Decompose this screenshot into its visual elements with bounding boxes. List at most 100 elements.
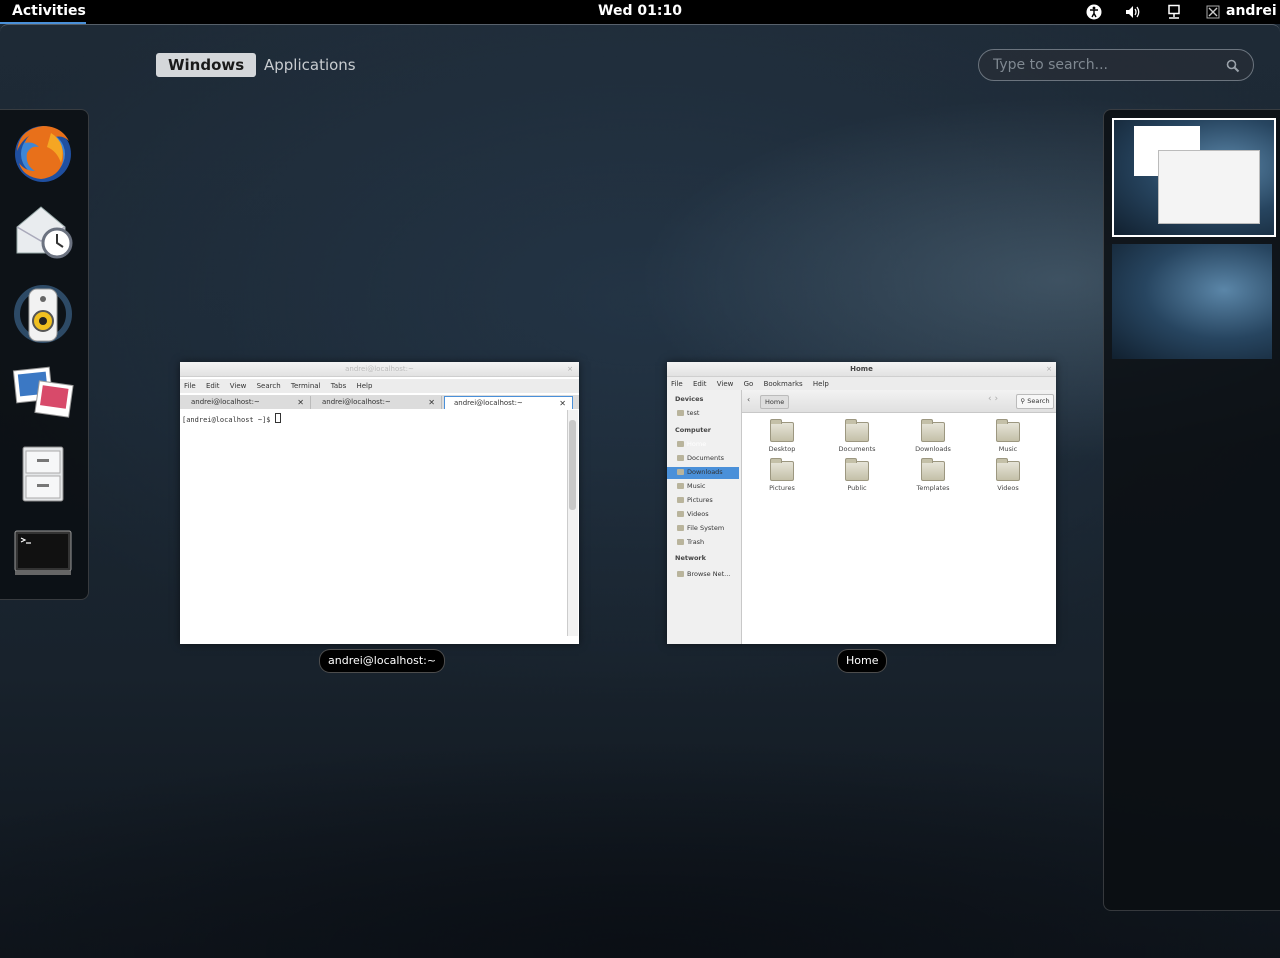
- terminal-menu-view[interactable]: View: [230, 382, 247, 390]
- workspace-switcher: [1103, 109, 1280, 911]
- sidebar-heading-network: Network: [675, 554, 706, 562]
- terminal-menu-edit[interactable]: Edit: [206, 382, 220, 390]
- folder-videos[interactable]: Videos: [978, 458, 1038, 492]
- magnifier-icon: ⚲: [1020, 397, 1026, 405]
- path-button-home[interactable]: Home: [760, 395, 790, 409]
- terminal-scrollbar-thumb[interactable]: [569, 420, 576, 510]
- folder-label: Pictures: [769, 484, 795, 492]
- sidebar-item-music[interactable]: Music: [677, 482, 706, 490]
- folder-desktop[interactable]: Desktop: [752, 419, 812, 453]
- close-icon[interactable]: ×: [1046, 362, 1052, 376]
- search-box[interactable]: [978, 49, 1254, 81]
- terminal-menu-tabs[interactable]: Tabs: [331, 382, 347, 390]
- folder-music[interactable]: Music: [978, 419, 1038, 453]
- tab-windows[interactable]: Windows: [156, 53, 257, 77]
- folder-label: Desktop: [768, 445, 796, 453]
- close-tab-icon[interactable]: ✕: [297, 396, 304, 409]
- sidebar-heading-devices: Devices: [675, 395, 704, 403]
- folder-label: Templates: [916, 484, 950, 492]
- folder-documents[interactable]: Documents: [827, 419, 887, 453]
- sidebar-item-browse-network[interactable]: Browse Net...: [677, 570, 730, 578]
- close-tab-icon[interactable]: ✕: [428, 396, 435, 409]
- files-menu-file[interactable]: File: [671, 380, 683, 388]
- sidebar-item-file-system[interactable]: File System: [677, 524, 724, 532]
- dash: [0, 109, 89, 600]
- workspace-thumbnail-1[interactable]: [1112, 118, 1276, 237]
- evolution-mail-icon[interactable]: [11, 201, 75, 265]
- folder-icon: [921, 458, 945, 481]
- network-icon[interactable]: [1164, 3, 1184, 21]
- files-search-label: Search: [1027, 397, 1050, 405]
- files-titlebar: Home ×: [667, 362, 1056, 377]
- terminal-menu-help[interactable]: Help: [356, 382, 372, 390]
- user-menu[interactable]: andrei: [1226, 3, 1277, 19]
- terminal-scrollbar[interactable]: [567, 410, 578, 636]
- files-cabinet-icon[interactable]: [11, 441, 75, 505]
- files-menu-view[interactable]: View: [717, 380, 734, 388]
- folder-label: Music: [998, 445, 1018, 453]
- clock-label[interactable]: Wed 01:10: [598, 3, 682, 19]
- files-search-button[interactable]: ⚲ Search: [1016, 394, 1054, 409]
- terminal-output[interactable]: [andrei@localhost ~]$: [180, 410, 566, 642]
- terminal-tab-bar: andrei@localhost:~ ✕ andrei@localhost:~ ✕ …: [180, 395, 579, 409]
- sidebar-item-documents[interactable]: Documents: [677, 454, 724, 462]
- shotwell-photos-icon[interactable]: [11, 361, 75, 425]
- nav-arrows-icon[interactable]: ‹ ›: [988, 394, 998, 404]
- workspace-thumbnail-2[interactable]: [1112, 244, 1272, 359]
- files-menu-bookmarks[interactable]: Bookmarks: [764, 380, 803, 388]
- terminal-tab-label: andrei@localhost:~: [322, 398, 391, 406]
- files-menubar: File Edit View Go Bookmarks Help: [667, 377, 1056, 391]
- close-tab-icon[interactable]: ✕: [559, 397, 566, 410]
- close-icon[interactable]: ×: [567, 362, 573, 376]
- folder-public[interactable]: Public: [827, 458, 887, 492]
- sidebar-item-downloads[interactable]: Downloads: [677, 468, 723, 476]
- tab-applications[interactable]: Applications: [252, 53, 368, 77]
- folder-icon: [996, 419, 1020, 442]
- files-menu-help[interactable]: Help: [813, 380, 829, 388]
- files-window-thumbnail[interactable]: Home × File Edit View Go Bookmarks Help …: [667, 362, 1056, 644]
- terminal-tab-3[interactable]: andrei@localhost:~ ✕: [444, 396, 573, 409]
- files-menu-edit[interactable]: Edit: [693, 380, 707, 388]
- terminal-window-thumbnail[interactable]: andrei@localhost:~ × File Edit View Sear…: [180, 362, 579, 644]
- files-menu-go[interactable]: Go: [744, 380, 754, 388]
- folder-label: Documents: [838, 445, 876, 453]
- folder-icon: [770, 458, 794, 481]
- user-status-icon: [1204, 3, 1222, 21]
- terminal-icon[interactable]: [11, 521, 75, 585]
- folder-icon: [770, 419, 794, 442]
- back-arrow-icon[interactable]: ‹: [747, 395, 750, 404]
- folder-pictures[interactable]: Pictures: [752, 458, 812, 492]
- terminal-prompt: [andrei@localhost ~]$: [182, 416, 275, 424]
- terminal-window-caption[interactable]: andrei@localhost:~: [319, 649, 446, 673]
- sidebar-item-pictures[interactable]: Pictures: [677, 496, 713, 504]
- volume-icon[interactable]: [1122, 3, 1144, 21]
- terminal-tab-1[interactable]: andrei@localhost:~ ✕: [182, 396, 311, 409]
- files-toolbar: ‹ Home ‹ › ⚲ Search: [742, 390, 1056, 413]
- sidebar-heading-computer: Computer: [675, 426, 712, 434]
- folder-templates[interactable]: Templates: [903, 458, 963, 492]
- terminal-menu-search[interactable]: Search: [257, 382, 281, 390]
- search-input[interactable]: [993, 57, 1213, 73]
- files-title: Home: [850, 365, 873, 373]
- sidebar-item-trash[interactable]: Trash: [677, 538, 704, 546]
- terminal-cursor: [274, 413, 281, 423]
- terminal-title: andrei@localhost:~: [345, 365, 414, 373]
- files-sidebar: Devices test Computer Home Documents Dow…: [667, 390, 742, 644]
- sidebar-item-test[interactable]: test: [677, 409, 699, 417]
- sidebar-item-videos[interactable]: Videos: [677, 510, 709, 518]
- terminal-tab-2[interactable]: andrei@localhost:~ ✕: [313, 396, 442, 409]
- files-window-caption[interactable]: Home: [837, 649, 888, 673]
- folder-icon: [845, 458, 869, 481]
- search-icon[interactable]: [1226, 58, 1240, 77]
- folder-label: Videos: [997, 484, 1019, 492]
- rhythmbox-icon[interactable]: [11, 281, 75, 345]
- path-button-label: Home: [765, 398, 785, 406]
- terminal-menu-file[interactable]: File: [184, 382, 196, 390]
- firefox-icon[interactable]: [11, 121, 75, 185]
- terminal-tab-label: andrei@localhost:~: [454, 399, 523, 407]
- accessibility-icon[interactable]: [1084, 3, 1104, 21]
- terminal-menu-terminal[interactable]: Terminal: [291, 382, 321, 390]
- activities-button[interactable]: Activities: [12, 3, 86, 19]
- folder-downloads[interactable]: Downloads: [903, 419, 963, 453]
- sidebar-item-home[interactable]: Home: [677, 440, 706, 448]
